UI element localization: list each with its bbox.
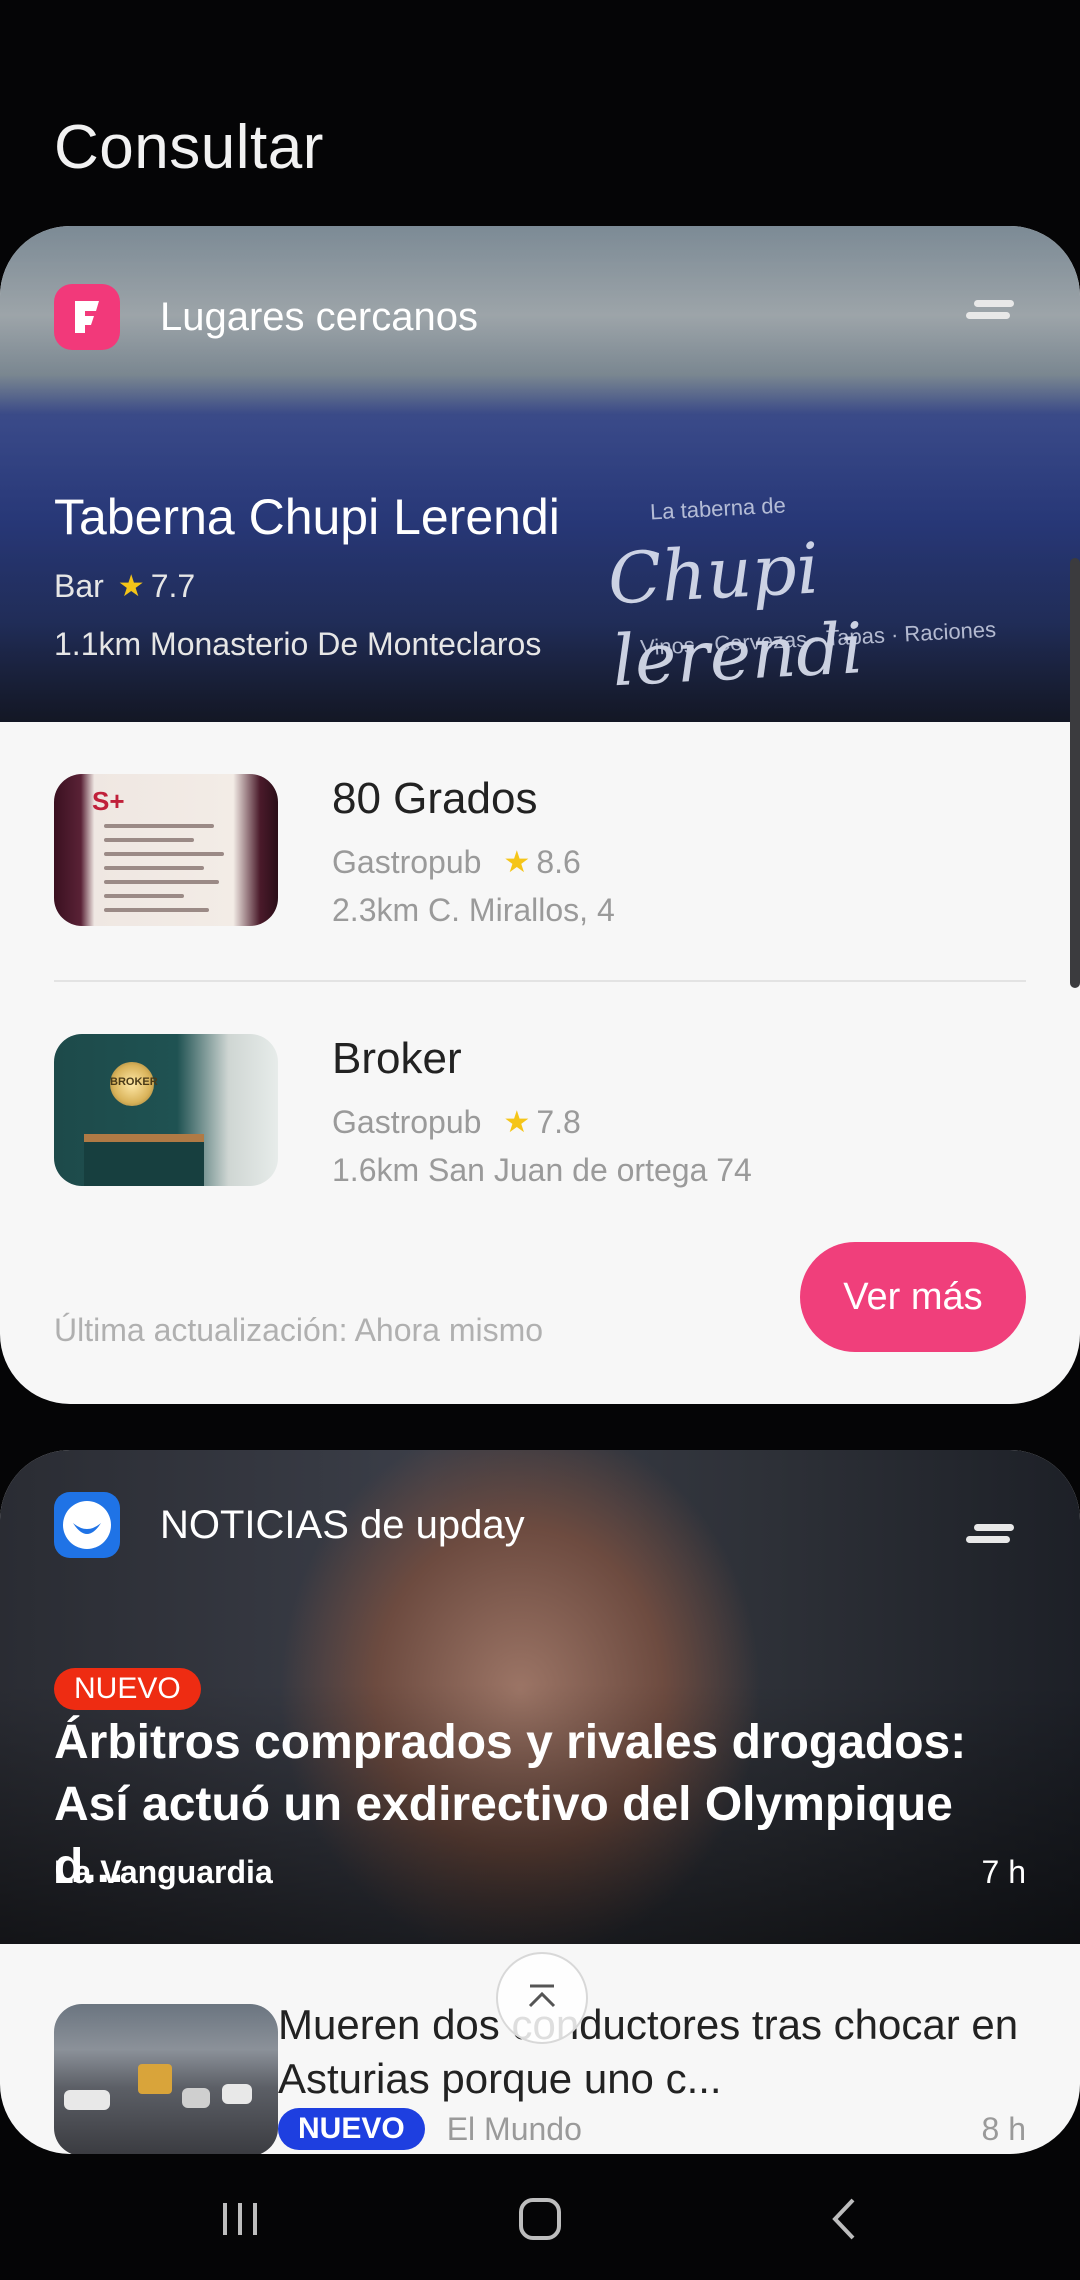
news-card-title: NOTICIAS de upday [160,1502,525,1547]
places-card-header: Lugares cercanos [54,284,478,350]
side-scroll-handle[interactable] [1070,558,1080,988]
thumb-label: S+ [92,786,125,816]
drag-handle-icon[interactable] [966,1522,1018,1548]
upday-icon [54,1492,120,1558]
place-thumbnail: BROKER [54,1034,278,1186]
news-item-title[interactable]: Mueren dos conductores tras chocar en As… [278,1998,1038,2106]
new-badge: NUEVO [278,2108,425,2150]
see-more-button[interactable]: Ver más [800,1242,1026,1352]
news-item-time: 8 h [981,2110,1026,2147]
back-button[interactable] [810,2184,880,2254]
featured-place-rating: 7.7 [150,568,196,604]
place-rating: 7.8 [536,1104,581,1140]
star-icon: ★ [503,1106,531,1139]
place-name: 80 Grados [332,774,538,823]
navigation-bar [0,2154,1080,2280]
news-thumbnail [54,2004,278,2154]
featured-place-address: 1.1km Monasterio De Monteclaros [54,626,542,662]
page-title: Consultar [54,113,324,182]
news-card-header: NOTICIAS de upday [54,1492,525,1558]
star-icon: ★ [503,846,531,879]
new-badge: NUEVO [54,1668,201,1710]
chevron-up-icon [528,1984,556,2008]
place-thumbnail: S+ [54,774,278,926]
divider [54,980,1026,982]
drag-handle-icon[interactable] [966,298,1018,324]
sign-text: Chupi lerendi [606,527,866,703]
place-type: Gastropub [332,844,482,880]
featured-news-source: La Vanguardia [54,1854,273,1890]
back-icon [832,2198,855,2240]
featured-place-meta: Bar ★ 7.7 [54,568,195,605]
place-item[interactable]: S+ 80 Grados Gastropub ★ 8.6 2.3km C. Mi… [54,774,1026,928]
sign-top-text: La taberna de [649,492,787,525]
place-item[interactable]: BROKER Broker Gastropub ★ 7.8 1.6km San … [54,1034,1026,1188]
recents-icon [223,2203,257,2235]
place-meta: Gastropub ★ 8.6 [332,844,581,881]
places-card-title: Lugares cercanos [160,294,478,339]
place-name: Broker [332,1034,462,1083]
place-rating: 8.6 [536,844,581,880]
news-card[interactable]: NOTICIAS de upday NUEVO Árbitros comprad… [0,1450,1080,2154]
featured-place-type: Bar [54,568,104,604]
place-address: 1.6km San Juan de ortega 74 [332,1152,752,1188]
news-item-meta: NUEVO El Mundo 8 h [278,2108,1026,2150]
featured-news-time: 7 h [981,1854,1026,1890]
nearby-places-card[interactable]: La taberna de Chupi lerendi Vinos · Cerv… [0,226,1080,1404]
recents-button[interactable] [205,2184,275,2254]
home-icon [519,2198,561,2240]
news-item-source: El Mundo [446,2110,582,2147]
place-type: Gastropub [332,1104,482,1140]
thumb-label: BROKER [110,1076,158,1088]
featured-place-name[interactable]: Taberna Chupi Lerendi [54,488,560,546]
star-icon: ★ [117,570,145,603]
scroll-to-top-button[interactable] [496,1952,588,2044]
home-button[interactable] [505,2184,575,2254]
foursquare-icon [54,284,120,350]
place-address: 2.3km C. Mirallos, 4 [332,892,615,928]
place-meta: Gastropub ★ 7.8 [332,1104,581,1141]
last-update-text: Última actualización: Ahora mismo [54,1312,544,1348]
